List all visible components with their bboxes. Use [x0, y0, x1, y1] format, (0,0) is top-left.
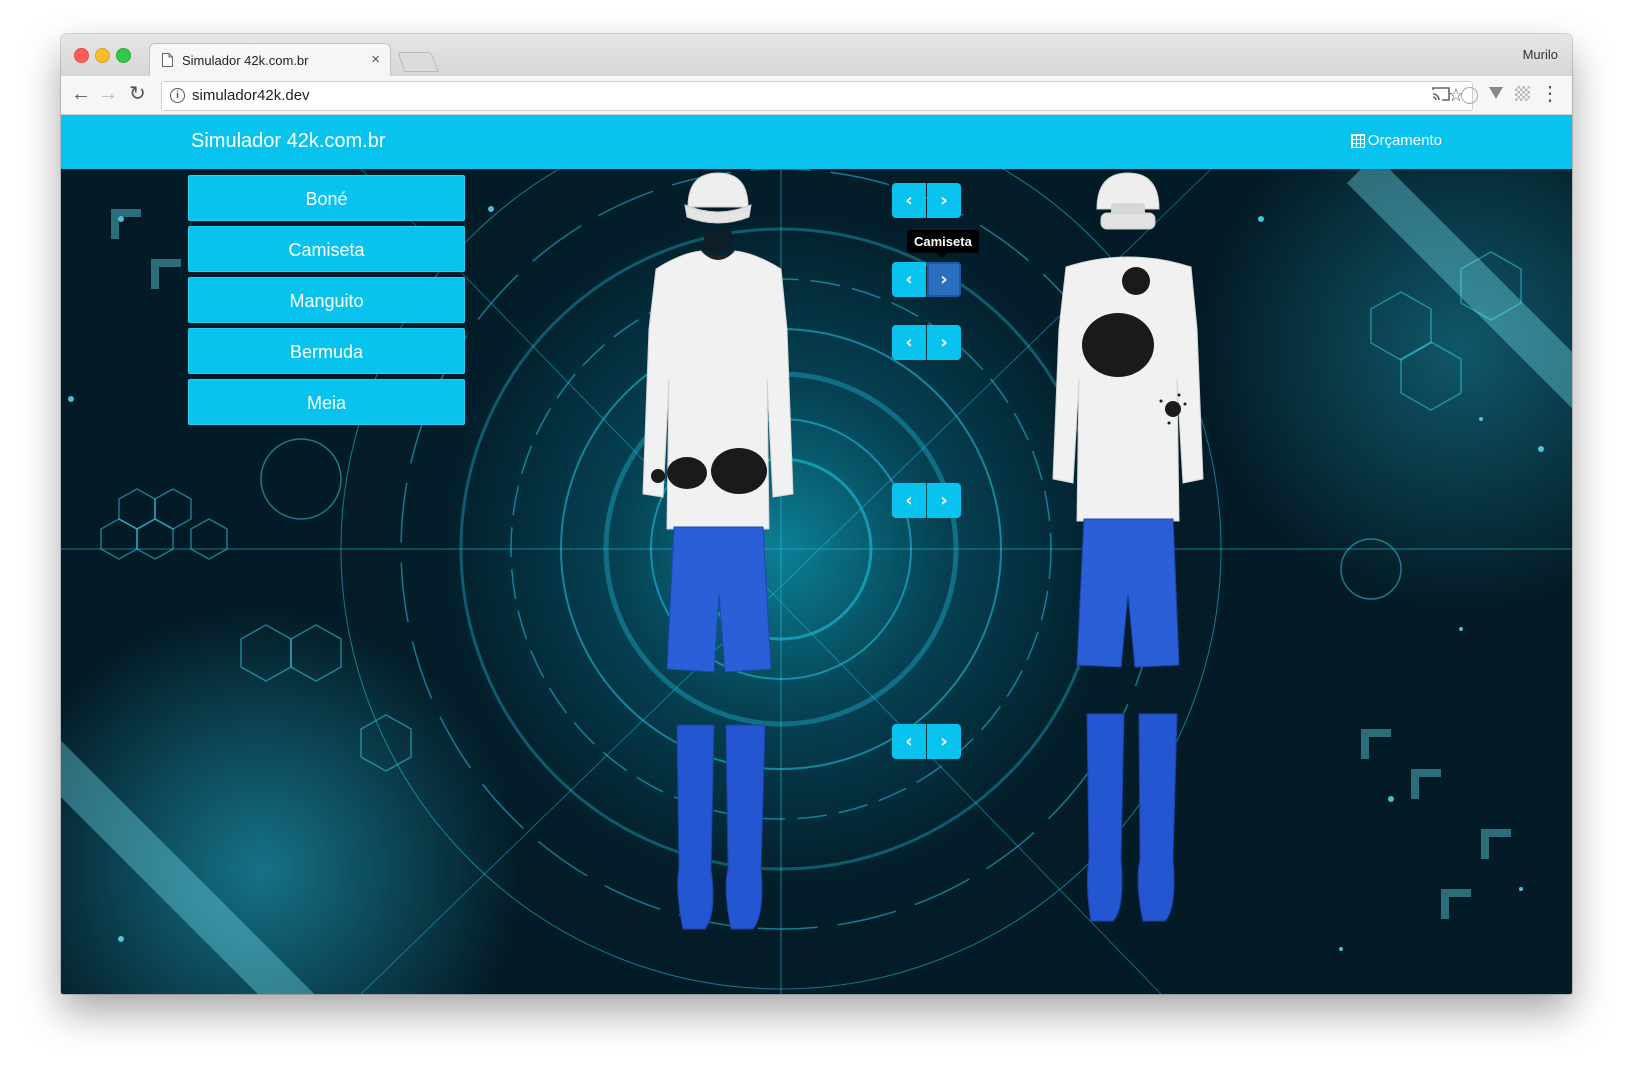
category-menu: Boné Camiseta Manguito Bermuda Meia [188, 175, 465, 430]
maximize-window-button[interactable] [116, 48, 131, 63]
cap-back [1096, 172, 1160, 230]
tooltip: Camiseta [907, 230, 979, 258]
shorts-front [666, 526, 772, 673]
menu-item-bone[interactable]: Boné [188, 175, 465, 221]
shorts-back [1076, 518, 1180, 668]
forward-icon[interactable]: → [98, 83, 118, 105]
simulator-area: Boné Camiseta Manguito Bermuda Meia ‹ › … [61, 169, 1572, 994]
site-info-icon[interactable]: i [170, 88, 185, 103]
calculator-icon [1350, 133, 1365, 148]
selector-manguito: ‹ › [892, 325, 961, 360]
site-brand[interactable]: Simulador 42k.com.br [191, 130, 386, 153]
page: Simulador 42k.com.br Orçamento Boné Cami… [61, 115, 1572, 994]
minimize-window-button[interactable] [95, 48, 110, 63]
tab-bar: Simulador 42k.com.br × Murilo [61, 34, 1572, 77]
menu-item-camiseta[interactable]: Camiseta [188, 226, 465, 272]
prev-bermuda-button[interactable]: ‹ [892, 483, 926, 518]
browser-toolbar: ← → ↻ i simulador42k.dev ☆ ⋮ [61, 76, 1572, 115]
browser-window: Simulador 42k.com.br × Murilo ← → ↻ i si… [61, 34, 1572, 994]
socks-front [676, 724, 766, 930]
shirt-back [1052, 256, 1204, 522]
shirt-front [642, 250, 794, 530]
menu-item-meia[interactable]: Meia [188, 379, 465, 425]
next-bermuda-button[interactable]: › [927, 483, 961, 518]
prev-bone-button[interactable]: ‹ [892, 183, 926, 218]
prev-manguito-button[interactable]: ‹ [892, 325, 926, 360]
budget-link[interactable]: Orçamento [1350, 132, 1442, 149]
menu-item-bermuda[interactable]: Bermuda [188, 328, 465, 374]
tab-title: Simulador 42k.com.br [182, 53, 309, 68]
address-bar[interactable]: i simulador42k.dev ☆ [161, 81, 1473, 111]
prev-meia-button[interactable]: ‹ [892, 724, 926, 759]
budget-label: Orçamento [1367, 132, 1442, 149]
next-camiseta-button[interactable]: › [927, 262, 961, 297]
uniform-back [1052, 172, 1204, 922]
url-text[interactable]: simulador42k.dev [192, 87, 310, 104]
close-window-button[interactable] [74, 48, 89, 63]
extension-circle-icon[interactable] [1461, 87, 1478, 104]
site-navbar: Simulador 42k.com.br Orçamento [61, 115, 1572, 169]
selector-meia: ‹ › [892, 724, 961, 759]
socks-back [1086, 713, 1178, 922]
cap-front [684, 172, 752, 251]
new-tab-button[interactable] [397, 52, 439, 72]
profile-name[interactable]: Murilo [1523, 47, 1558, 62]
selector-bone: ‹ › [892, 183, 961, 218]
selector-camiseta: ‹ › [892, 262, 961, 297]
tab-close-icon[interactable]: × [371, 51, 380, 68]
cast-icon[interactable] [1432, 86, 1450, 107]
extension-grid-icon[interactable] [1515, 86, 1530, 101]
extension-v-icon[interactable] [1488, 85, 1504, 106]
uniform-front [642, 172, 794, 930]
browser-menu-icon[interactable]: ⋮ [1540, 83, 1560, 105]
back-icon[interactable]: ← [71, 83, 91, 105]
next-manguito-button[interactable]: › [927, 325, 961, 360]
selector-bermuda: ‹ › [892, 483, 961, 518]
reload-icon[interactable]: ↻ [129, 83, 146, 105]
menu-item-manguito[interactable]: Manguito [188, 277, 465, 323]
next-meia-button[interactable]: › [927, 724, 961, 759]
browser-tab[interactable]: Simulador 42k.com.br × [149, 43, 391, 77]
next-bone-button[interactable]: › [927, 183, 961, 218]
page-icon [162, 53, 173, 67]
prev-camiseta-button[interactable]: ‹ [892, 262, 926, 297]
